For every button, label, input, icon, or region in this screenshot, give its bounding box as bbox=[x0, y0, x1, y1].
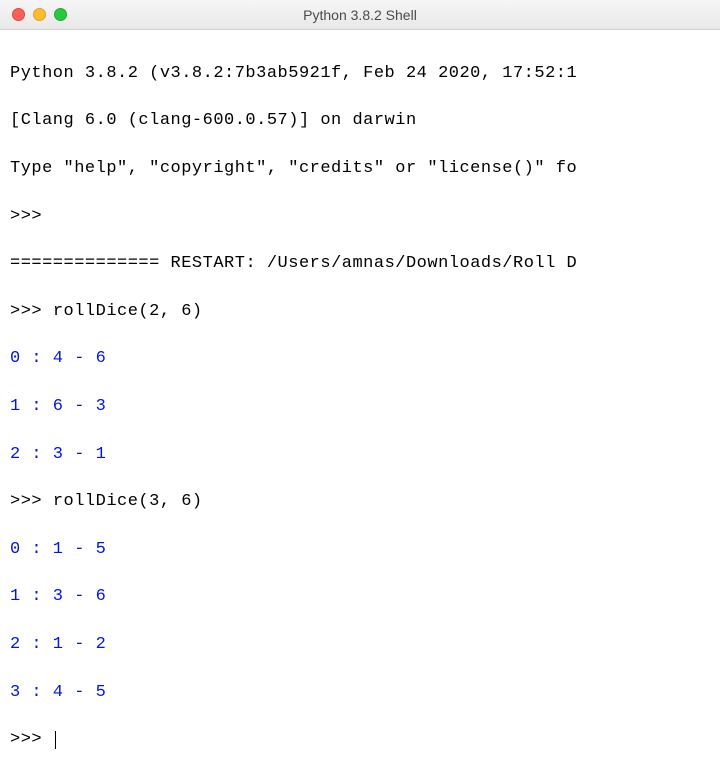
terminal-area[interactable]: Python 3.8.2 (v3.8.2:7b3ab5921f, Feb 24 … bbox=[0, 30, 720, 784]
prompt: >>> bbox=[10, 492, 42, 511]
prompt: >>> bbox=[10, 207, 42, 226]
close-icon[interactable] bbox=[12, 8, 25, 21]
repl-input: rollDice(2, 6) bbox=[53, 302, 203, 321]
minimize-icon[interactable] bbox=[33, 8, 46, 21]
output-line: 0 : 1 - 5 bbox=[10, 538, 710, 562]
output-line: 2 : 3 - 1 bbox=[10, 443, 710, 467]
output-line: 1 : 3 - 6 bbox=[10, 585, 710, 609]
output-line: 0 : 4 - 6 bbox=[10, 347, 710, 371]
prompt: >>> bbox=[10, 302, 42, 321]
input-line: >>> rollDice(3, 6) bbox=[10, 490, 710, 514]
banner-line: [Clang 6.0 (clang-600.0.57)] on darwin bbox=[10, 109, 710, 133]
banner-line: Python 3.8.2 (v3.8.2:7b3ab5921f, Feb 24 … bbox=[10, 62, 710, 86]
prompt-line: >>> bbox=[10, 205, 710, 229]
output-line: 2 : 1 - 2 bbox=[10, 633, 710, 657]
maximize-icon[interactable] bbox=[54, 8, 67, 21]
repl-input: rollDice(3, 6) bbox=[53, 492, 203, 511]
window-title: Python 3.8.2 Shell bbox=[0, 7, 720, 23]
restart-label: RESTART: bbox=[160, 254, 267, 273]
active-prompt-line[interactable]: >>> bbox=[10, 728, 710, 752]
titlebar: Python 3.8.2 Shell bbox=[0, 0, 720, 30]
restart-path: /Users/amnas/Downloads/Roll D bbox=[267, 254, 577, 273]
prompt: >>> bbox=[10, 730, 42, 749]
restart-sep: ============== bbox=[10, 254, 160, 273]
restart-line: ============== RESTART: /Users/amnas/Dow… bbox=[10, 252, 710, 276]
output-line: 1 : 6 - 3 bbox=[10, 395, 710, 419]
cursor-icon bbox=[55, 731, 57, 749]
output-line: 3 : 4 - 5 bbox=[10, 681, 710, 705]
traffic-lights bbox=[0, 8, 67, 21]
input-line: >>> rollDice(2, 6) bbox=[10, 300, 710, 324]
banner-line: Type "help", "copyright", "credits" or "… bbox=[10, 157, 710, 181]
